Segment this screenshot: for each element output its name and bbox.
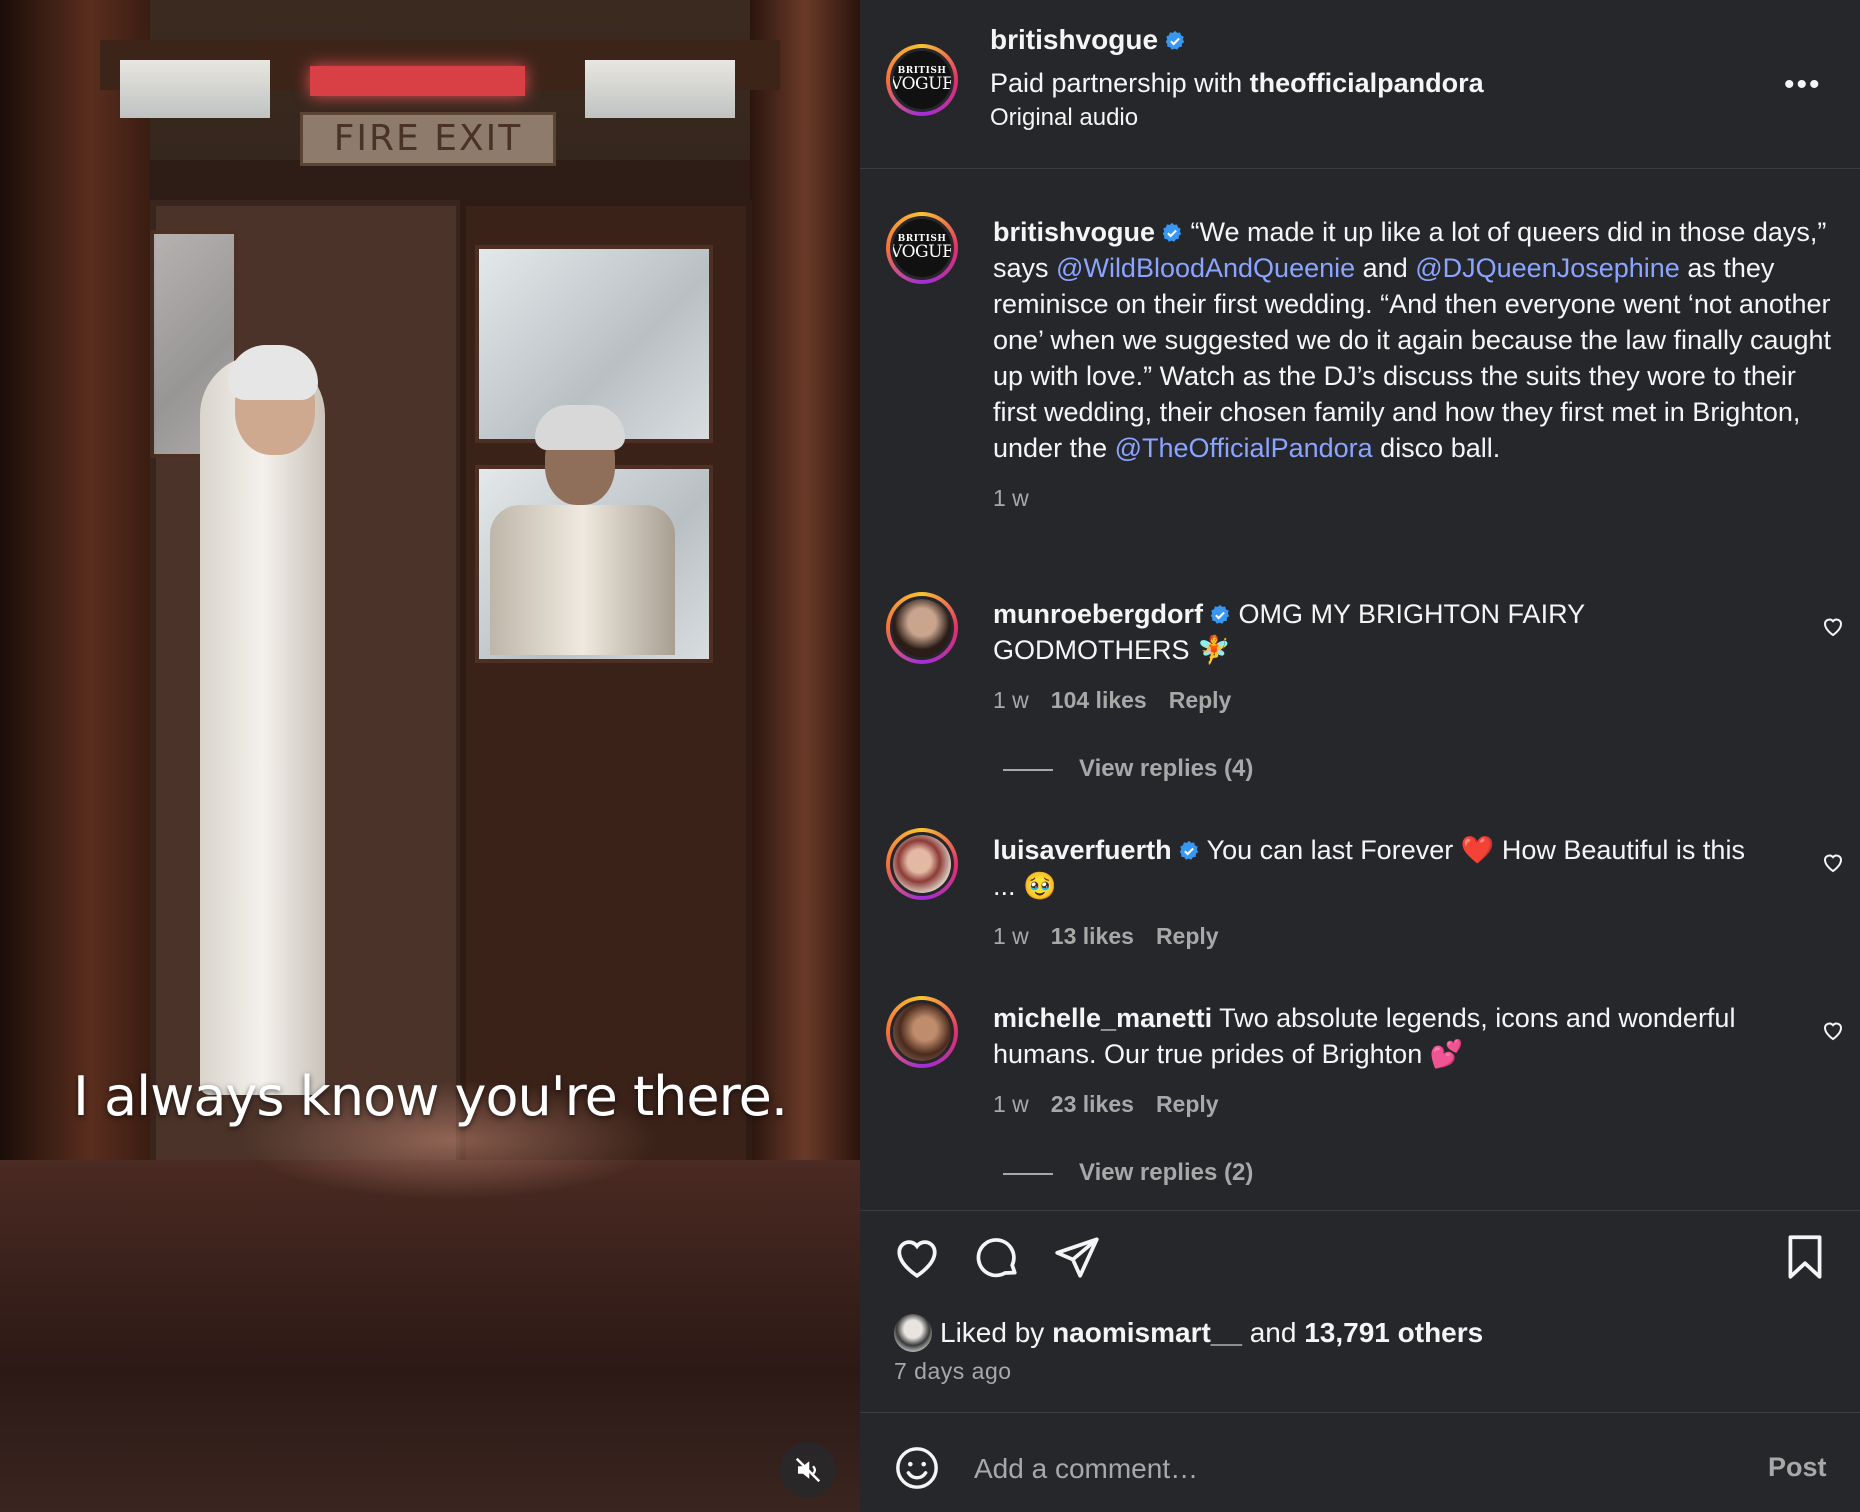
comment-bubble-icon[interactable] <box>972 1232 1022 1282</box>
view-replies-button[interactable]: View replies (2) <box>1003 1159 1253 1187</box>
video-subtitle: I always know you're there. <box>72 1065 788 1128</box>
commenter-avatar[interactable] <box>886 996 958 1068</box>
replies-line <box>1003 768 1053 771</box>
transom-window-right <box>585 60 735 118</box>
comment-meta: 1 w 104 likes Reply <box>993 687 1232 713</box>
verified-badge-icon <box>1162 222 1182 242</box>
comment-like-heart-icon[interactable] <box>1820 1018 1846 1042</box>
comment-item: munroebergdorf OMG MY BRIGHTON FAIRY GOD… <box>993 596 1763 718</box>
audio-label[interactable]: Original audio <box>990 104 1138 132</box>
likes-count-link[interactable]: 13,791 others <box>1304 1317 1483 1348</box>
comment-like-heart-icon[interactable] <box>1820 614 1846 638</box>
likes-summary: Liked by naomismart__ and 13,791 others <box>894 1314 1483 1352</box>
post-header-username-row: britishvogue <box>990 24 1186 56</box>
mention-link[interactable]: @WildBloodAndQueenie <box>1056 253 1355 283</box>
verified-badge-icon <box>1210 604 1230 624</box>
transom-window-left <box>120 60 270 118</box>
actions-divider <box>860 1210 1860 1211</box>
reply-button[interactable]: Reply <box>1156 923 1219 949</box>
british-vogue-logo: BRITISH VOGUE <box>890 234 954 262</box>
exit-light <box>310 66 525 96</box>
avatar-photo <box>893 1003 951 1061</box>
likes-count[interactable]: 104 likes <box>1051 687 1147 713</box>
caption-username[interactable]: britishvogue <box>993 217 1155 247</box>
video-player[interactable]: FIRE EXIT I always know you're there. <box>0 0 860 1512</box>
post-side-panel: BRITISH VOGUE britishvogue Paid partners… <box>860 0 1860 1512</box>
composer-divider <box>860 1412 1860 1413</box>
partnership-line: Paid partnership with theofficialpandora <box>990 68 1484 98</box>
person-left-hair <box>228 345 318 400</box>
caption-avatar[interactable]: BRITISH VOGUE <box>886 212 958 284</box>
reply-button[interactable]: Reply <box>1169 687 1232 713</box>
mention-link[interactable]: @DJQueenJosephine <box>1415 253 1680 283</box>
comment-meta: 1 w 23 likes Reply <box>993 1091 1219 1117</box>
likes-count[interactable]: 23 likes <box>1051 1091 1134 1117</box>
comment-input[interactable] <box>972 1446 1616 1492</box>
partner-username[interactable]: theofficialpandora <box>1250 68 1484 98</box>
view-replies-button[interactable]: View replies (4) <box>1003 755 1253 783</box>
more-options-icon[interactable]: ••• <box>1784 68 1822 102</box>
comment-username[interactable]: michelle_manetti <box>993 1003 1212 1033</box>
caption-time: 1 w <box>993 485 1029 511</box>
comment-meta: 1 w 13 likes Reply <box>993 923 1219 949</box>
header-divider <box>860 168 1860 169</box>
comment-item: luisaverfuerth You can last Forever ❤️ H… <box>993 832 1763 954</box>
floor <box>0 1160 860 1512</box>
author-username[interactable]: britishvogue <box>990 24 1158 55</box>
liker-username[interactable]: naomismart__ <box>1052 1317 1242 1348</box>
liker-avatar[interactable] <box>894 1314 932 1352</box>
fire-exit-sign: FIRE EXIT <box>300 112 556 166</box>
speaker-muted-icon <box>795 1457 821 1483</box>
avatar-photo <box>893 835 951 893</box>
post-date: 7 days ago <box>894 1358 1012 1384</box>
avatar-photo <box>893 599 951 657</box>
post-button[interactable]: Post <box>1768 1452 1827 1483</box>
person-right-suit <box>490 505 675 655</box>
commenter-avatar[interactable] <box>886 592 958 664</box>
reply-button[interactable]: Reply <box>1156 1091 1219 1117</box>
comment-username[interactable]: munroebergdorf <box>993 599 1203 629</box>
author-avatar[interactable]: BRITISH VOGUE <box>886 44 958 116</box>
replies-line <box>1003 1172 1053 1175</box>
smiley-icon[interactable] <box>894 1445 940 1491</box>
commenter-avatar[interactable] <box>886 828 958 900</box>
mute-button[interactable] <box>780 1442 836 1498</box>
post-caption: britishvogue “We made it up like a lot o… <box>993 214 1833 516</box>
comment-username[interactable]: luisaverfuerth <box>993 835 1172 865</box>
heart-icon[interactable] <box>892 1232 942 1282</box>
bookmark-icon[interactable] <box>1780 1232 1830 1282</box>
paper-plane-icon[interactable] <box>1052 1232 1102 1282</box>
likes-count[interactable]: 13 likes <box>1051 923 1134 949</box>
comment-item: michelle_manetti Two absolute legends, i… <box>993 1000 1763 1122</box>
british-vogue-logo: BRITISH VOGUE <box>890 66 954 94</box>
person-right-hair <box>535 405 625 450</box>
verified-badge-icon <box>1179 840 1198 860</box>
mention-link[interactable]: @TheOfficialPandora <box>1115 433 1373 463</box>
person-left-white-suit <box>200 355 325 1095</box>
verified-badge-icon <box>1165 30 1185 50</box>
comment-like-heart-icon[interactable] <box>1820 850 1846 874</box>
